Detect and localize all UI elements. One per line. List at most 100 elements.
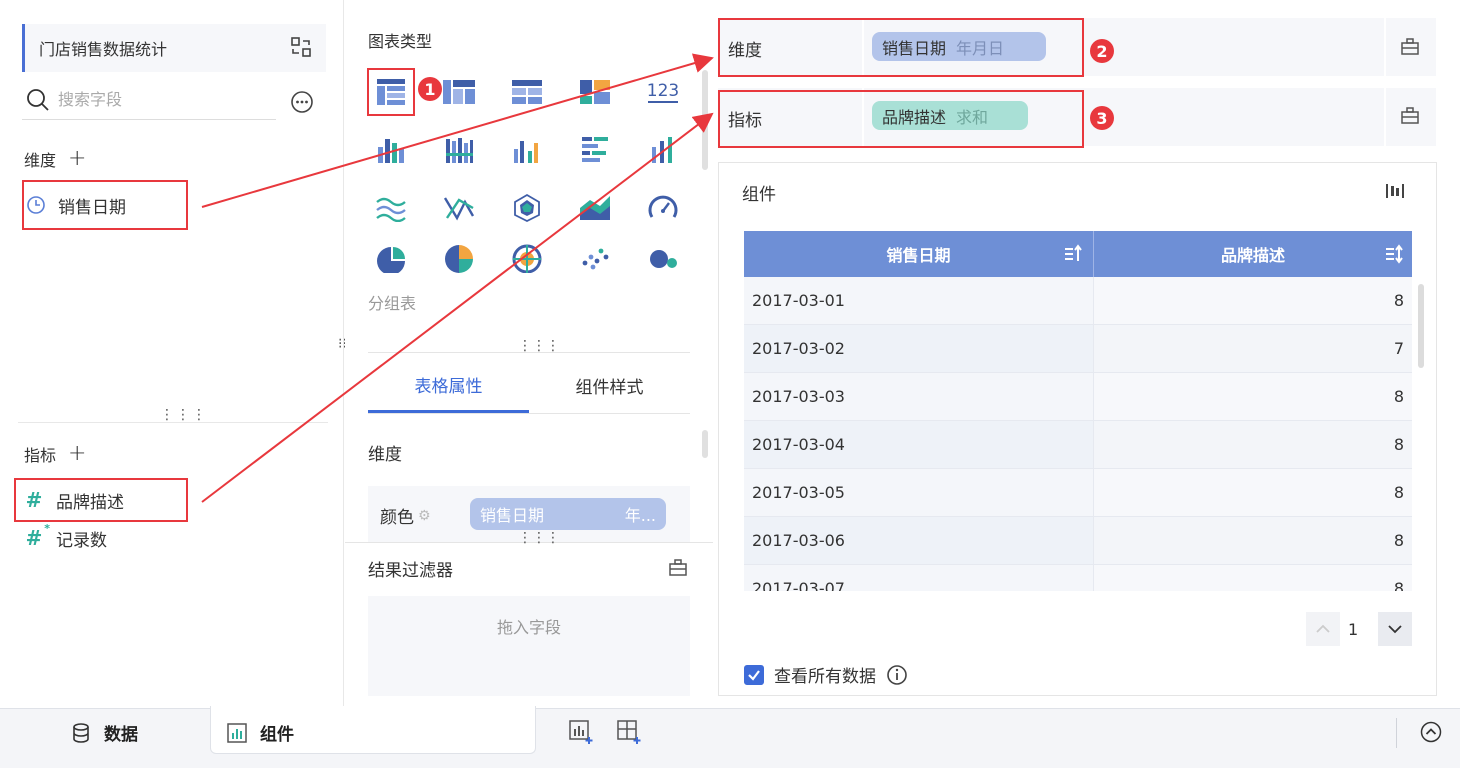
chart-properties-icon[interactable]	[1384, 180, 1406, 202]
color-label: 颜色	[380, 508, 414, 528]
table-row[interactable]: 2017-03-04 8	[744, 421, 1412, 469]
cell-value: 8	[1094, 517, 1412, 564]
table-row[interactable]: 2017-03-07 8	[744, 565, 1412, 591]
collapse-up-icon[interactable]	[1420, 721, 1442, 743]
indicator-pill[interactable]: 品牌描述 求和	[872, 101, 1028, 130]
cell-date: 2017-03-06	[744, 517, 1094, 564]
tab-data-label: 数据	[104, 725, 138, 745]
chart-gauge-icon[interactable]	[635, 180, 691, 236]
chart-range-column-icon[interactable]	[635, 122, 691, 178]
filter-drop-zone[interactable]: 拖入字段	[368, 596, 690, 696]
clock-icon	[27, 196, 45, 214]
column-title: 品牌描述	[1220, 246, 1285, 265]
field-sales-date[interactable]: 销售日期	[22, 180, 188, 230]
info-icon[interactable]	[886, 664, 908, 686]
table-scrollbar[interactable]	[1418, 284, 1424, 368]
cell-date: 2017-03-02	[744, 325, 1094, 372]
table-row[interactable]: 2017-03-01 8	[744, 277, 1412, 325]
search-box[interactable]	[22, 80, 276, 120]
tab-data[interactable]: 数据	[70, 720, 138, 745]
chart-rose-icon[interactable]	[499, 238, 555, 278]
result-filter-title: 结果过滤器	[368, 561, 453, 581]
tab-component[interactable]: 组件	[226, 720, 294, 745]
props-dimension-title: 维度	[368, 445, 402, 465]
search-icon	[27, 88, 49, 111]
drag-handle-icon[interactable]: ⋮⋮⋮	[518, 531, 560, 545]
props-scrollbar[interactable]	[702, 430, 708, 458]
switch-dataset-icon[interactable]	[288, 34, 314, 60]
add-dimension-icon[interactable]: +	[68, 146, 86, 171]
indicator-zone-settings-icon[interactable]	[1400, 105, 1420, 125]
add-component-icon[interactable]	[568, 719, 594, 745]
dimension-title: 维度	[24, 150, 57, 170]
next-page-button[interactable]	[1378, 612, 1412, 646]
view-all-data[interactable]: 查看所有数据	[744, 662, 908, 687]
chart-column-icon[interactable]	[363, 122, 419, 178]
field-brand-desc[interactable]: # 品牌描述	[14, 478, 188, 522]
more-icon[interactable]	[290, 90, 314, 114]
prev-page-button[interactable]	[1306, 612, 1340, 646]
cell-date: 2017-03-03	[744, 373, 1094, 420]
table-row[interactable]: 2017-03-05 8	[744, 469, 1412, 517]
chart-pie-icon[interactable]	[363, 238, 419, 278]
drag-handle-icon[interactable]: ⋮⋮⋮	[160, 408, 208, 422]
settings-gear-icon[interactable]: ⚙	[418, 508, 431, 524]
indicator-zone-label: 指标	[728, 111, 762, 131]
chart-wave-icon[interactable]	[363, 180, 419, 236]
chart-grid-scrollbar[interactable]	[702, 70, 708, 170]
chart-detail-table-icon[interactable]	[499, 64, 555, 120]
cell-value: 7	[1094, 325, 1412, 372]
table-row[interactable]: 2017-03-03 8	[744, 373, 1412, 421]
chart-treemap-icon[interactable]	[567, 64, 623, 120]
divider	[1396, 718, 1397, 748]
chart-type-selected-label: 分组表	[368, 294, 417, 313]
dimension-pill[interactable]: 销售日期 年月日	[872, 32, 1046, 61]
cell-value: 8	[1094, 277, 1412, 324]
property-tabs: 表格属性 组件样式	[368, 358, 690, 414]
cell-value: 8	[1094, 469, 1412, 516]
column-header-sales-date[interactable]: 销售日期	[744, 231, 1094, 277]
filter-settings-icon[interactable]	[668, 557, 688, 577]
divider	[18, 422, 328, 423]
divider	[1384, 88, 1386, 146]
tab-component-style[interactable]: 组件样式	[529, 358, 690, 413]
chart-multi-pie-icon[interactable]	[431, 238, 487, 278]
cell-date: 2017-03-05	[744, 469, 1094, 516]
chart-kpi-icon[interactable]: 123	[635, 64, 691, 120]
add-indicator-icon[interactable]: +	[68, 441, 86, 466]
pill-field: 销售日期	[480, 506, 545, 525]
chart-bar-icon[interactable]	[567, 122, 623, 178]
chart-line-icon[interactable]	[431, 180, 487, 236]
chart-bubble-icon[interactable]	[635, 238, 691, 278]
tab-table-properties[interactable]: 表格属性	[368, 358, 529, 413]
database-icon	[73, 722, 89, 743]
chart-stacked-column-icon[interactable]	[431, 122, 487, 178]
search-input[interactable]	[58, 90, 258, 109]
chart-radar-icon[interactable]	[499, 180, 555, 236]
sort-asc-icon[interactable]	[1063, 244, 1083, 264]
view-all-checkbox[interactable]	[744, 664, 764, 685]
chart-grouped-table-icon[interactable]	[363, 64, 419, 120]
color-field-pill[interactable]: 销售日期 年...	[470, 498, 666, 530]
dataset-title[interactable]: 门店销售数据统计	[22, 24, 326, 72]
chart-multi-column-icon[interactable]	[499, 122, 555, 178]
chart-area-icon[interactable]	[567, 180, 623, 236]
component-title: 组件	[742, 185, 776, 205]
page-number: 1	[1348, 620, 1359, 639]
column-header-brand-desc[interactable]: 品牌描述	[1094, 231, 1412, 277]
sort-icon[interactable]	[1384, 244, 1404, 264]
chart-scatter-icon[interactable]	[567, 238, 623, 278]
annotation-marker-1: 1	[418, 77, 442, 101]
table-row[interactable]: 2017-03-02 7	[744, 325, 1412, 373]
pill-suffix: 求和	[956, 107, 989, 127]
drag-handle-icon[interactable]: ⋮⋮⋮	[518, 339, 560, 353]
table-row[interactable]: 2017-03-06 8	[744, 517, 1412, 565]
column-title: 销售日期	[886, 246, 951, 265]
annotation-marker-2: 2	[1090, 39, 1114, 63]
view-all-label: 查看所有数据	[774, 667, 876, 687]
dimension-zone-settings-icon[interactable]	[1400, 36, 1420, 56]
add-dashboard-icon[interactable]	[616, 719, 642, 745]
field-record-count[interactable]: # * 记录数	[24, 522, 107, 551]
field-label: 销售日期	[58, 197, 126, 218]
check-icon	[748, 669, 760, 681]
